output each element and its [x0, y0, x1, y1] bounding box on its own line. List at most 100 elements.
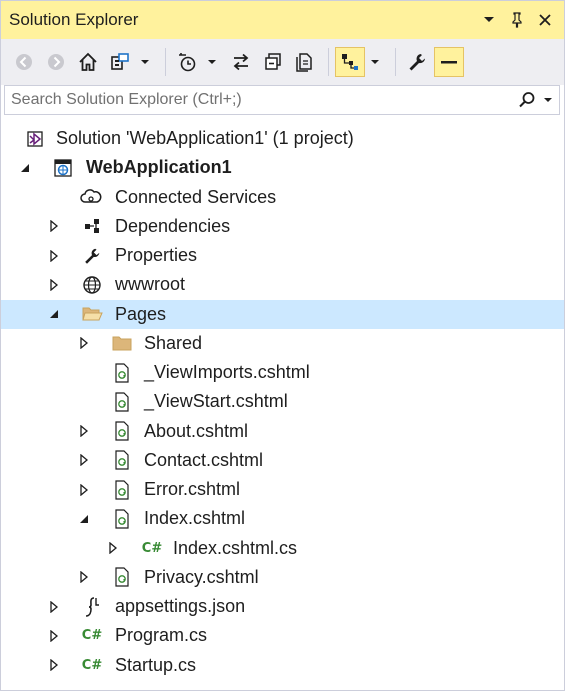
tree-item-privacy[interactable]: Privacy.cshtml	[1, 563, 564, 592]
razor-file-icon	[111, 449, 133, 471]
json-file-icon	[81, 596, 103, 618]
tree-item-label: Contact.cshtml	[144, 449, 264, 470]
collapsed-arrow-icon[interactable]	[47, 219, 61, 233]
autohide-dash-icon[interactable]	[434, 47, 464, 77]
search-input[interactable]	[5, 86, 513, 114]
tree-item-label: Index.cshtml	[144, 508, 246, 529]
tree-item-dependencies[interactable]: Dependencies	[1, 212, 564, 241]
collapsed-arrow-icon[interactable]	[77, 483, 91, 497]
collapsed-arrow-icon[interactable]	[77, 570, 91, 584]
collapsed-arrow-icon[interactable]	[47, 249, 61, 263]
csharp-file-icon: C#	[81, 628, 103, 644]
cloud-icon	[80, 186, 102, 208]
tree-item-label: Privacy.cshtml	[144, 566, 259, 587]
switch-views-icon[interactable]	[105, 47, 135, 77]
tree-item-label: Error.cshtml	[144, 479, 241, 500]
filter-dropdown-icon[interactable]	[204, 47, 220, 77]
collapsed-arrow-icon[interactable]	[47, 600, 61, 614]
tree-item-label: Connected Services	[115, 186, 277, 207]
collapsed-arrow-icon[interactable]	[47, 629, 61, 643]
collapsed-arrow-icon[interactable]	[77, 424, 91, 438]
tree-item-label: _ViewStart.cshtml	[144, 391, 288, 412]
dependencies-icon	[81, 215, 103, 237]
toolbar-separator	[395, 48, 396, 76]
home-icon[interactable]	[73, 47, 103, 77]
tree-item-startup[interactable]: C# Startup.cs	[1, 651, 564, 680]
tree-item-index-cs[interactable]: C# Index.cshtml.cs	[1, 534, 564, 563]
tree-item-solution[interactable]: Solution 'WebApplication1' (1 project)	[1, 124, 564, 153]
razor-file-icon	[111, 479, 133, 501]
toolbar-separator	[328, 48, 329, 76]
open-folder-icon	[81, 303, 103, 325]
forward-icon[interactable]	[41, 47, 71, 77]
toolbar	[1, 39, 564, 85]
panel-title: Solution Explorer	[9, 10, 139, 29]
razor-file-icon	[111, 508, 133, 530]
search-options-dropdown-icon[interactable]	[541, 87, 555, 113]
show-all-files-icon[interactable]	[290, 47, 320, 77]
tree-item-label: About.cshtml	[144, 420, 249, 441]
search-icon[interactable]	[513, 87, 541, 113]
tree-item-label: Shared	[144, 332, 203, 353]
razor-file-icon	[111, 420, 133, 442]
search-box	[4, 85, 560, 115]
collapse-all-icon[interactable]	[258, 47, 288, 77]
tree-item-viewstart[interactable]: _ViewStart.cshtml	[1, 387, 564, 416]
tree-item-label: Solution 'WebApplication1' (1 project)	[56, 128, 354, 149]
tree-item-properties[interactable]: Properties	[1, 241, 564, 270]
tree-item-label: Startup.cs	[115, 654, 197, 675]
pin-icon[interactable]	[506, 9, 528, 31]
collapsed-arrow-icon[interactable]	[47, 658, 61, 672]
close-icon[interactable]	[534, 9, 556, 31]
tree-item-error[interactable]: Error.cshtml	[1, 475, 564, 504]
properties-wrench-icon[interactable]	[402, 47, 432, 77]
switch-views-dropdown-icon[interactable]	[137, 47, 153, 77]
csharp-file-icon: C#	[81, 657, 103, 673]
tree-item-about[interactable]: About.cshtml	[1, 417, 564, 446]
solution-icon	[24, 128, 46, 150]
collapsed-arrow-icon[interactable]	[47, 278, 61, 292]
razor-file-icon	[111, 362, 133, 384]
expanded-arrow-icon[interactable]	[18, 161, 32, 175]
sync-with-document-icon[interactable]	[226, 47, 256, 77]
expanded-arrow-icon[interactable]	[47, 307, 61, 321]
web-project-icon	[52, 157, 74, 179]
tree-item-label: Dependencies	[115, 215, 231, 236]
tree-item-connected-services[interactable]: Connected Services	[1, 183, 564, 212]
tree-item-label: Index.cshtml.cs	[173, 537, 298, 558]
globe-icon	[81, 274, 103, 296]
solution-explorer-panel: Solution Explorer Search Solution Explor…	[0, 0, 565, 691]
tree-item-pages[interactable]: Pages	[1, 299, 564, 329]
preview-dropdown-icon[interactable]	[367, 47, 383, 77]
tree-item-appsettings[interactable]: appsettings.json	[1, 592, 564, 621]
pending-changes-filter-icon[interactable]	[172, 47, 202, 77]
preview-selected-items-icon[interactable]	[335, 47, 365, 77]
tree-item-label: wwwroot	[115, 274, 186, 295]
back-icon[interactable]	[9, 47, 39, 77]
collapsed-arrow-icon[interactable]	[77, 336, 91, 350]
razor-file-icon	[111, 566, 133, 588]
window-position-dropdown-icon[interactable]	[478, 9, 500, 31]
tree-item-label: Properties	[115, 245, 198, 266]
tree-item-contact[interactable]: Contact.cshtml	[1, 446, 564, 475]
razor-file-icon	[111, 391, 133, 413]
tree-item-program[interactable]: C# Program.cs	[1, 621, 564, 650]
tree-item-label: _ViewImports.cshtml	[144, 362, 310, 383]
tree-item-label: WebApplication1	[86, 157, 232, 178]
expanded-arrow-icon[interactable]	[77, 512, 91, 526]
title-bar: Solution Explorer	[1, 1, 564, 39]
tree-item-shared[interactable]: Shared	[1, 329, 564, 358]
tree-item-label: Pages	[115, 303, 167, 324]
tree-item-viewimports[interactable]: _ViewImports.cshtml	[1, 358, 564, 387]
tree-item-project[interactable]: WebApplication1	[1, 153, 564, 182]
wrench-icon	[81, 245, 103, 267]
solution-tree: Solution 'WebApplication1' (1 project) W…	[1, 124, 564, 680]
tree-item-wwwroot[interactable]: wwwroot	[1, 270, 564, 299]
toolbar-separator	[165, 48, 166, 76]
collapsed-arrow-icon[interactable]	[106, 541, 120, 555]
collapsed-arrow-icon[interactable]	[77, 453, 91, 467]
csharp-file-icon: C#	[141, 540, 163, 556]
folder-icon	[111, 332, 133, 354]
tree-item-index[interactable]: Index.cshtml	[1, 504, 564, 533]
tree-item-label: appsettings.json	[115, 596, 246, 617]
